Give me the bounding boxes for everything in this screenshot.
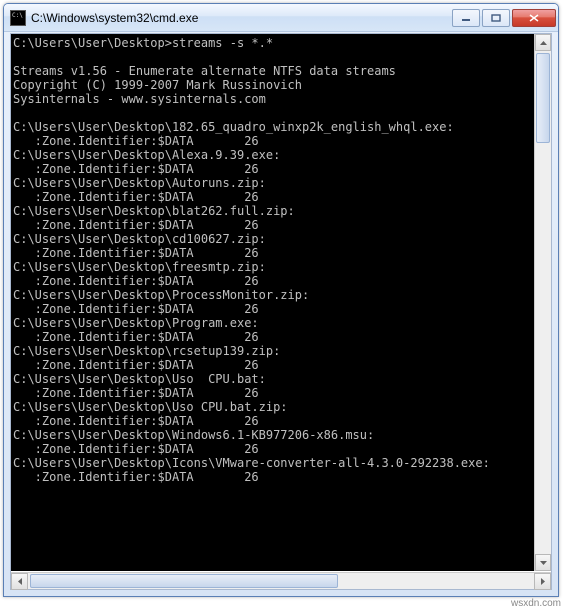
vertical-scroll-thumb[interactable]	[536, 53, 550, 143]
vertical-scrollbar[interactable]	[534, 34, 551, 571]
horizontal-scroll-thumb[interactable]	[30, 574, 338, 588]
horizontal-scrollbar[interactable]	[11, 572, 551, 589]
window-title: C:\Windows\system32\cmd.exe	[31, 11, 452, 25]
scroll-left-button[interactable]	[11, 573, 28, 590]
scroll-right-button[interactable]	[534, 573, 551, 590]
cmd-icon	[10, 10, 26, 26]
chevron-down-icon	[540, 561, 547, 565]
terminal-output[interactable]: C:\Users\User\Desktop>streams -s *.* Str…	[11, 34, 534, 571]
chevron-left-icon	[18, 578, 22, 585]
scroll-down-button[interactable]	[535, 554, 551, 571]
terminal-wrapper: C:\Users\User\Desktop>streams -s *.* Str…	[11, 34, 551, 571]
cmd-window: C:\Windows\system32\cmd.exe C:\Users\Use…	[3, 3, 559, 597]
close-button[interactable]	[512, 9, 556, 27]
chevron-up-icon	[540, 41, 547, 45]
maximize-icon	[491, 14, 501, 22]
maximize-button[interactable]	[482, 9, 510, 27]
minimize-button[interactable]	[452, 9, 480, 27]
titlebar[interactable]: C:\Windows\system32\cmd.exe	[4, 4, 558, 32]
horizontal-scroll-track[interactable]	[28, 573, 534, 589]
minimize-icon	[461, 14, 471, 22]
client-area: C:\Users\User\Desktop>streams -s *.* Str…	[10, 33, 552, 590]
vertical-scroll-track[interactable]	[535, 51, 551, 554]
close-icon	[529, 14, 539, 22]
watermark: wsxdn.com	[511, 598, 561, 609]
chevron-right-icon	[541, 578, 545, 585]
window-controls	[452, 9, 556, 27]
scroll-up-button[interactable]	[535, 34, 551, 51]
